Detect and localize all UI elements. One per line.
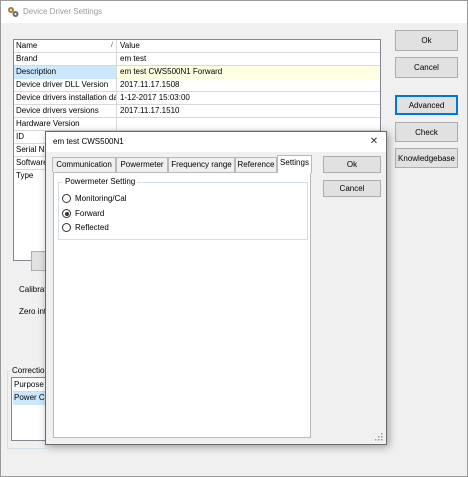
dialog-titlebar[interactable]: em test CWS500N1 ✕ — [46, 132, 386, 152]
column-header-name-label: Name — [16, 41, 38, 50]
main-window-title: Device Driver Settings — [23, 7, 103, 16]
grid-row-description[interactable]: Description em test CWS500N1 Forward — [14, 66, 380, 79]
grid-row-hardware-version[interactable]: Hardware Version — [14, 118, 380, 131]
grid-header-row: Name / Value — [14, 40, 380, 53]
grid-row-install-date[interactable]: Device drivers installation date 1-12-20… — [14, 92, 380, 105]
row-value: 2017.11.17.1510 — [120, 106, 180, 115]
advanced-button[interactable]: Advanced — [395, 95, 458, 115]
settings-tab-panel: Powermeter Setting Monitoring/Cal Forwar… — [53, 172, 311, 438]
monitoring-cal-label[interactable]: Monitoring/Cal — [75, 194, 127, 203]
grid-row-drivers-versions[interactable]: Device drivers versions 2017.11.17.1510 — [14, 105, 380, 118]
sort-arrow-icon: / — [111, 42, 113, 49]
row-name: Device driver DLL Version — [14, 79, 117, 92]
close-icon[interactable]: ✕ — [368, 136, 380, 148]
dialog-ok-button[interactable]: Ok — [323, 156, 381, 173]
purpose-column-header[interactable]: Purpose — [13, 379, 47, 392]
reflected-radio[interactable] — [62, 223, 71, 232]
column-header-value[interactable]: Value — [118, 40, 380, 53]
row-value: em test — [120, 54, 147, 63]
row-name: Description — [14, 66, 117, 79]
dialog-title: em test CWS500N1 — [53, 137, 124, 146]
forward-radio[interactable] — [62, 209, 71, 218]
device-dialog: em test CWS500N1 ✕ Communication Powerme… — [45, 131, 387, 445]
tab-settings[interactable]: Settings — [277, 155, 312, 173]
row-name: Brand — [14, 53, 117, 66]
row-value: 2017.11.17.1508 — [120, 80, 180, 89]
check-button[interactable]: Check — [395, 122, 458, 142]
resize-grip-icon[interactable] — [375, 433, 383, 441]
monitoring-cal-radio[interactable] — [62, 194, 71, 203]
row-name: Device drivers versions — [14, 105, 117, 118]
knowledgebase-button[interactable]: Knowledgebase — [395, 148, 458, 168]
corrections-list[interactable]: Purpose Power Cor — [11, 377, 47, 441]
grid-row-dll-version[interactable]: Device driver DLL Version 2017.11.17.150… — [14, 79, 380, 92]
row-value: 1-12-2017 15:03:00 — [120, 93, 190, 102]
row-value — [118, 118, 380, 131]
grid-row-brand[interactable]: Brand em test — [14, 53, 380, 66]
ok-button[interactable]: Ok — [395, 30, 458, 51]
row-name: Device drivers installation date — [14, 92, 117, 105]
forward-label[interactable]: Forward — [75, 209, 104, 218]
column-header-name[interactable]: Name / — [14, 40, 117, 53]
dialog-cancel-button[interactable]: Cancel — [323, 180, 381, 197]
reflected-label[interactable]: Reflected — [75, 223, 109, 232]
settings-app-icon — [8, 7, 19, 17]
cancel-button[interactable]: Cancel — [395, 57, 458, 78]
powermeter-setting-title: Powermeter Setting — [63, 177, 138, 186]
row-value: em test CWS500N1 Forward — [118, 66, 380, 79]
row-name: Hardware Version — [14, 118, 117, 131]
tab-communication[interactable]: Communication — [52, 157, 116, 172]
tab-frequency-range[interactable]: Frequency range — [168, 157, 235, 172]
main-titlebar[interactable]: Device Driver Settings — [1, 1, 467, 23]
tab-reference[interactable]: Reference — [235, 157, 277, 172]
tab-powermeter[interactable]: Powermeter — [116, 157, 168, 172]
power-correction-row[interactable]: Power Cor — [13, 392, 47, 405]
